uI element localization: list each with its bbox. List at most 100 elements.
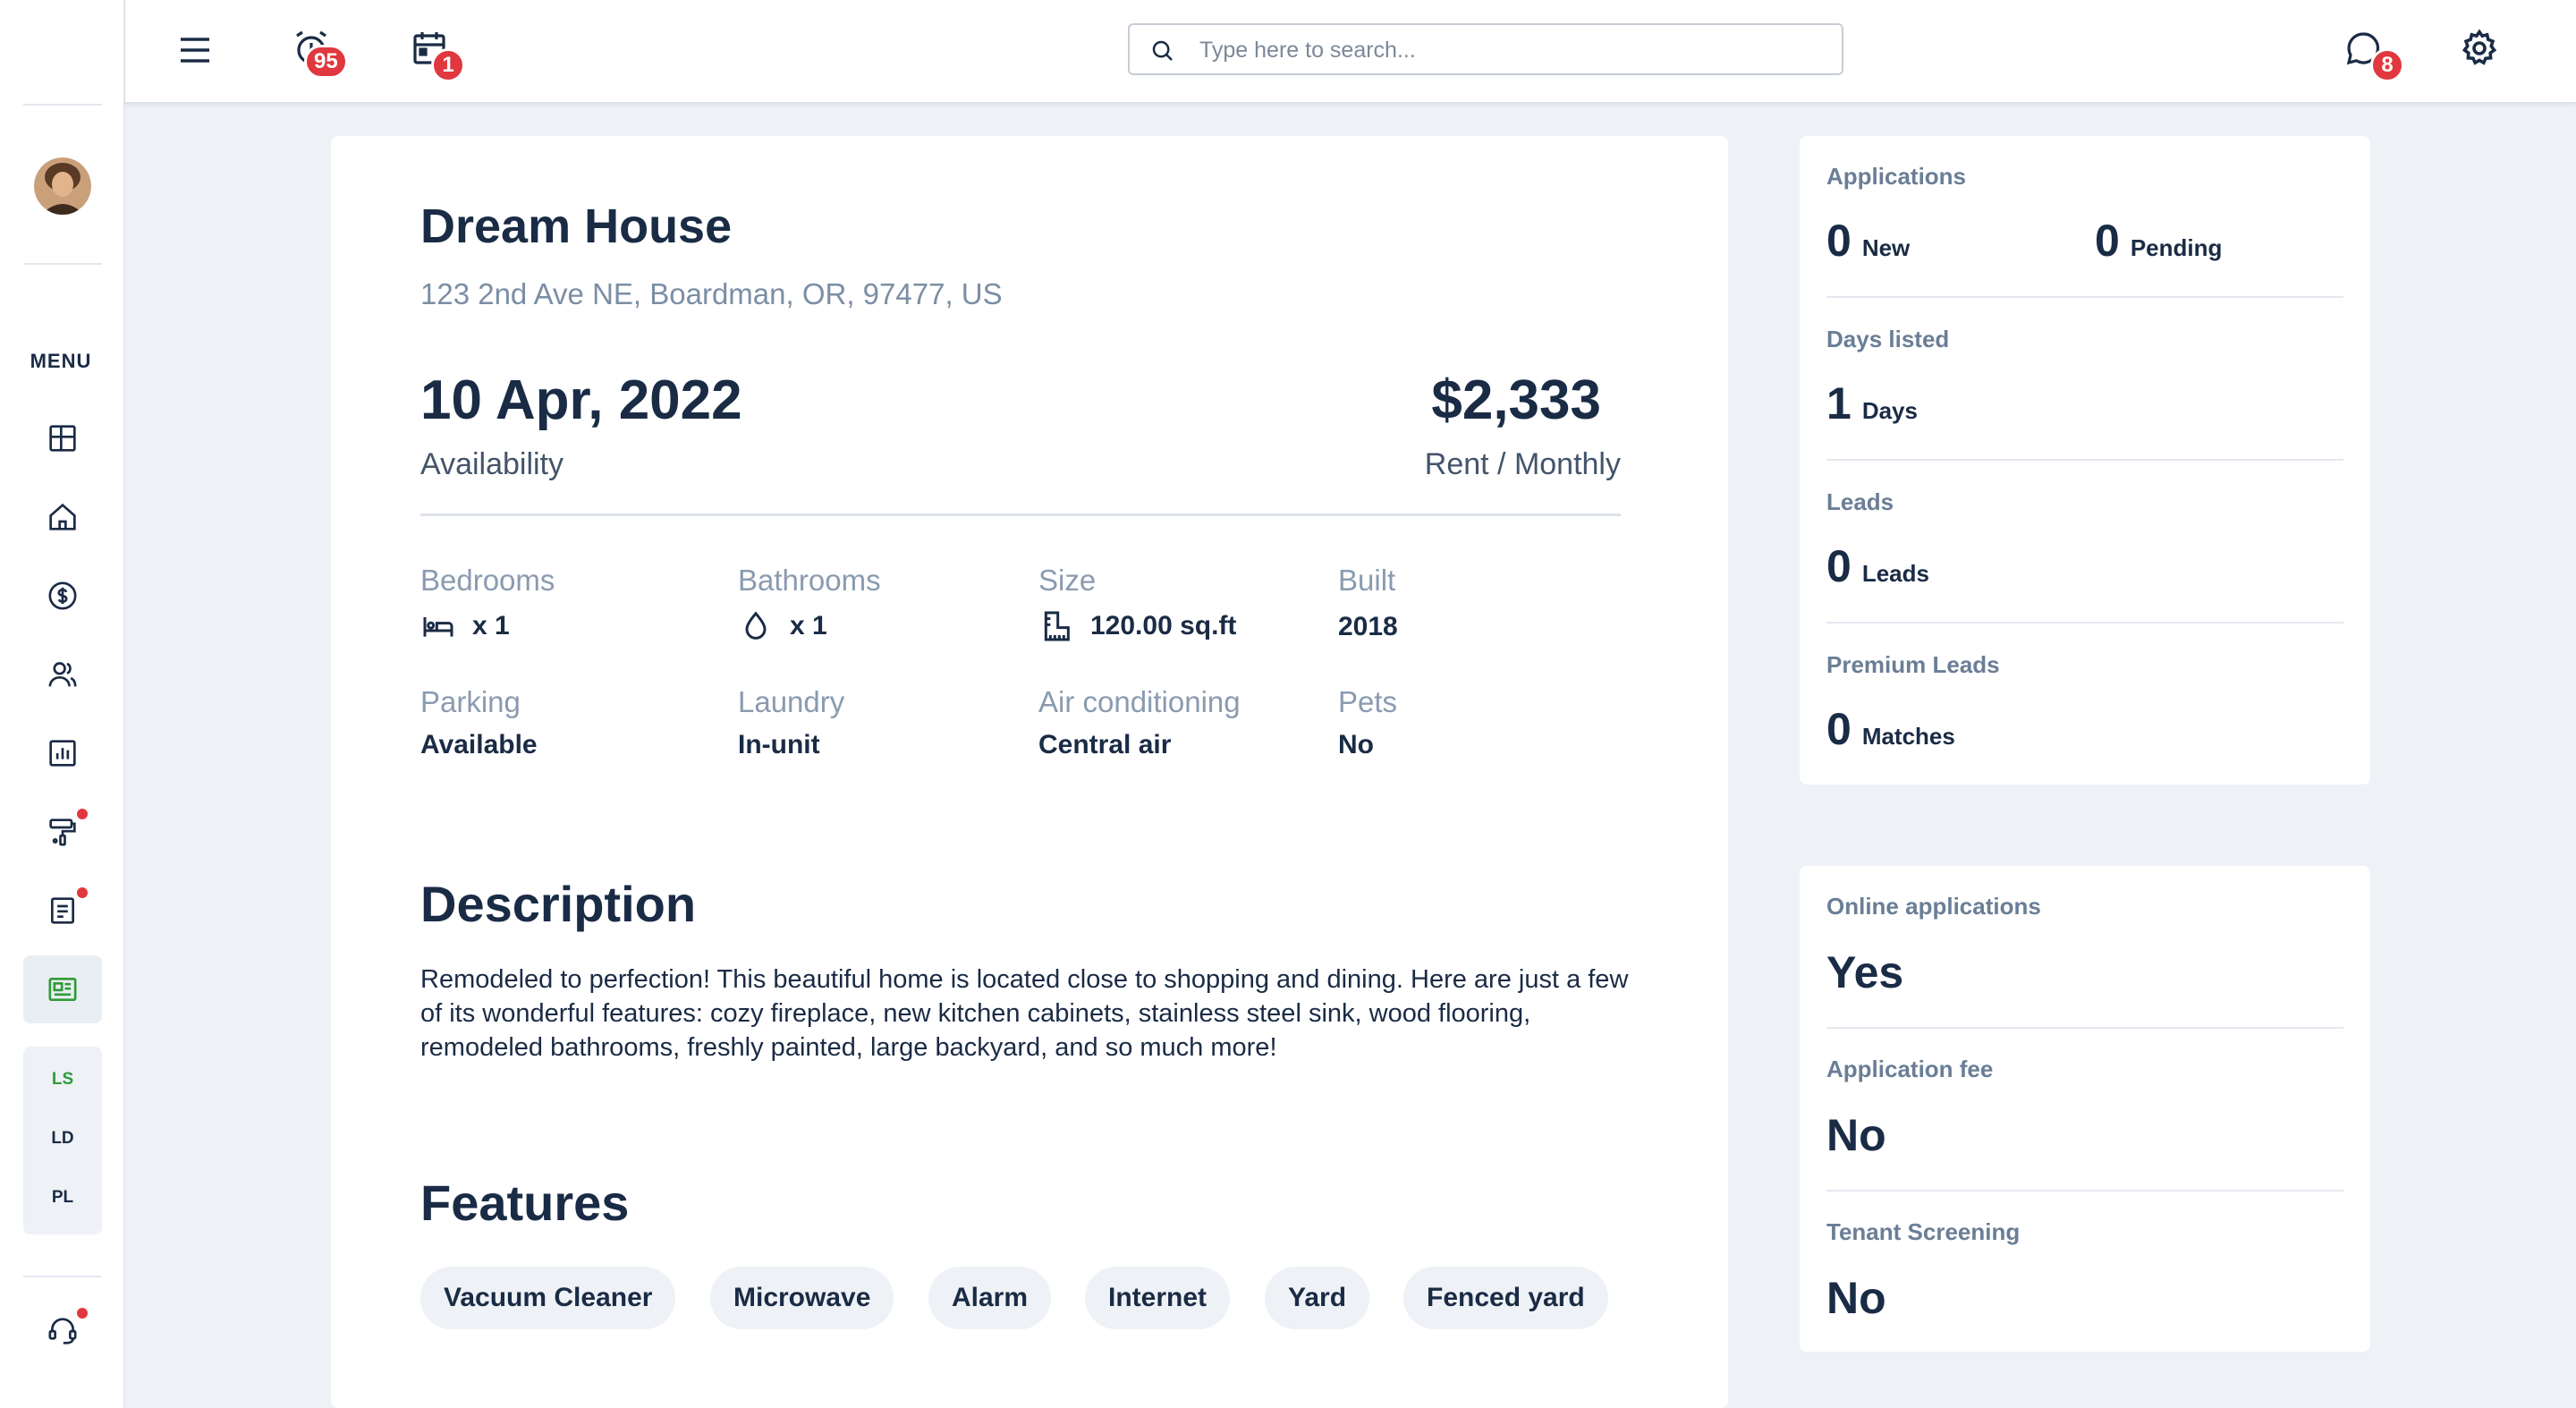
sidebar-item-users[interactable] [23, 640, 102, 708]
sidebar-item-dashboard[interactable] [23, 404, 102, 472]
tenant-screening-value: No [1826, 1273, 1886, 1323]
premium-leads-value: 0 Matches [1826, 703, 1955, 755]
settings-button[interactable] [2456, 25, 2503, 72]
submenu-item-pl[interactable]: PL [23, 1188, 102, 1208]
sidebar-item-maintenance[interactable] [23, 798, 102, 866]
availability-label: Availability [420, 447, 564, 481]
pending-label: Pending [2130, 234, 2223, 261]
application-fee-value: No [1826, 1110, 1886, 1160]
calendar-badge: 1 [431, 48, 465, 82]
submenu-item-ls[interactable]: LS [23, 1070, 102, 1090]
sidebar: MENU LS LD PL [0, 0, 125, 1408]
matches-unit: Matches [1861, 723, 1955, 750]
ac-value: Central air [1038, 730, 1172, 759]
sidebar-item-listings[interactable] [23, 955, 102, 1023]
leads-label: Leads [1826, 488, 1894, 515]
card-divider [1826, 296, 2343, 298]
laundry-label: Laundry [738, 685, 845, 718]
property-details-card: Dream House 123 2nd Ave NE, Boardman, OR… [331, 136, 1728, 1408]
bedrooms-count: x 1 [472, 611, 510, 640]
feature-chip: Fenced yard [1403, 1267, 1608, 1329]
description-text: Remodeled to perfection! This beautiful … [420, 965, 1629, 1062]
sidebar-divider [23, 1276, 102, 1277]
parking-label: Parking [420, 685, 521, 718]
bed-icon [423, 617, 453, 637]
rent-price: $2,333 [1431, 369, 1601, 431]
messages-button[interactable]: 8 [2340, 25, 2404, 82]
water-drop-icon [745, 611, 767, 640]
parking-value: Available [420, 730, 538, 759]
bathrooms-value: x 1 [738, 608, 827, 644]
dollar-icon [48, 581, 77, 610]
application-settings-card: Online applications Yes Application fee … [1800, 866, 2370, 1352]
new-label: New [1861, 234, 1911, 261]
laundry-value: In-unit [738, 730, 820, 759]
sidebar-item-reports[interactable] [23, 719, 102, 787]
rent-period-label: Rent / Monthly [1424, 447, 1621, 481]
paint-roller-icon [49, 819, 76, 846]
submenu-item-ld[interactable]: LD [23, 1129, 102, 1149]
card-divider [1826, 1190, 2343, 1192]
listing-stats-card: Applications 0 New 0 Pending Days listed… [1800, 136, 2370, 785]
feature-chip: Internet [1085, 1267, 1231, 1329]
card-divider [1826, 1027, 2343, 1029]
feature-chip: Alarm [928, 1267, 1052, 1329]
feature-chip: Yard [1265, 1267, 1370, 1329]
pending-count: 0 [2095, 216, 2120, 266]
online-applications-value: Yes [1826, 947, 1904, 997]
sidebar-item-payments[interactable] [23, 562, 102, 630]
bar-chart-icon [49, 740, 76, 767]
search-input[interactable] [1199, 34, 1826, 66]
card-divider [1826, 622, 2343, 623]
applications-pending: 0 Pending [2095, 215, 2222, 267]
ac-label: Air conditioning [1038, 685, 1241, 718]
notification-dot [77, 809, 88, 819]
topbar: 95 1 8 [125, 0, 2576, 104]
calendar-button[interactable]: 1 [406, 25, 465, 82]
leads-unit: Leads [1861, 560, 1929, 587]
sidebar-item-home[interactable] [23, 483, 102, 551]
days-listed-value: 1 Days [1826, 377, 1918, 429]
home-icon [49, 503, 76, 530]
bathrooms-count: x 1 [790, 611, 827, 640]
availability-date: 10 Apr, 2022 [420, 369, 742, 431]
hamburger-icon [181, 38, 209, 63]
notification-dot [77, 1308, 88, 1319]
floor-plan-icon [1044, 611, 1070, 641]
pets-label: Pets [1338, 685, 1398, 718]
days-count: 1 [1826, 378, 1852, 428]
size-value: 120.00 sq.ft [1038, 608, 1236, 644]
users-icon [48, 662, 77, 687]
online-applications-label: Online applications [1826, 893, 2041, 920]
pets-value: No [1338, 730, 1374, 759]
new-count: 0 [1826, 216, 1852, 266]
bathrooms-label: Bathrooms [738, 564, 881, 597]
notification-dot [77, 887, 88, 898]
property-title: Dream House [420, 199, 733, 253]
search-box[interactable] [1128, 23, 1843, 75]
leads-count: 0 [1826, 541, 1852, 591]
features-heading: Features [420, 1175, 630, 1231]
days-unit: Days [1861, 397, 1918, 424]
sidebar-divider [23, 263, 102, 265]
tenant-screening-label: Tenant Screening [1826, 1218, 2021, 1245]
applications-new: 0 New [1826, 215, 1910, 267]
feature-chip: Microwave [710, 1267, 894, 1329]
leads-value: 0 Leads [1826, 540, 1929, 592]
feature-chip: Vacuum Cleaner [420, 1267, 676, 1329]
alarm-button[interactable]: 95 [288, 25, 348, 79]
hamburger-menu-button[interactable] [172, 27, 218, 73]
description-heading: Description [420, 876, 697, 932]
premium-leads-label: Premium Leads [1826, 651, 2000, 678]
days-listed-label: Days listed [1826, 326, 1950, 352]
applications-label: Applications [1826, 163, 1967, 190]
avatar[interactable] [34, 157, 91, 215]
listing-icon [48, 978, 77, 1001]
card-divider [1826, 459, 2343, 461]
size-label: Size [1038, 564, 1097, 597]
support-button[interactable] [23, 1297, 102, 1365]
messages-badge: 8 [2370, 48, 2404, 82]
sidebar-item-documents[interactable] [23, 877, 102, 945]
size-amount: 120.00 sq.ft [1090, 611, 1237, 640]
search-icon [1152, 40, 1173, 61]
